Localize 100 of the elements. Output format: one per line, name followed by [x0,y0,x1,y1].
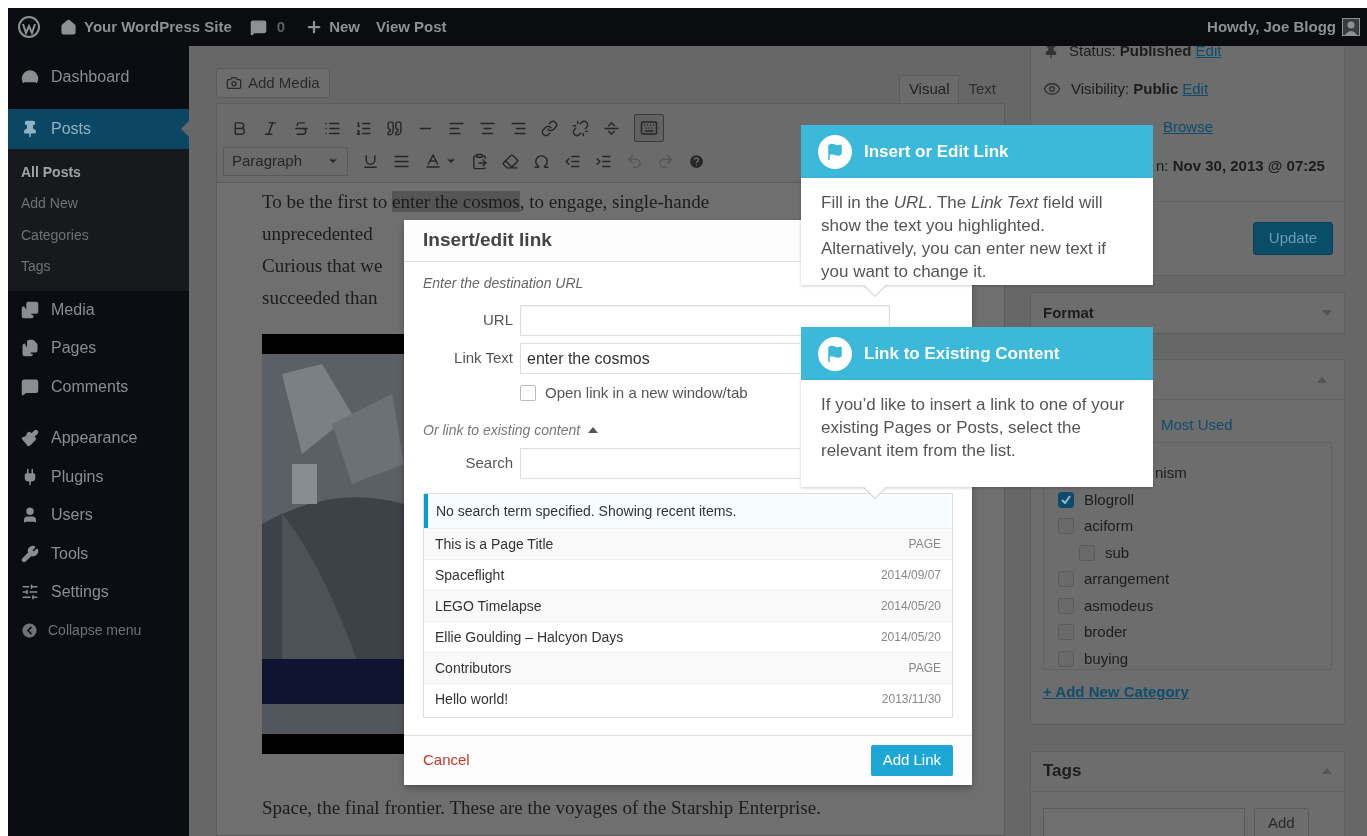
submenu-item[interactable]: Categories [8,219,189,251]
quote-icon[interactable] [386,119,403,137]
category-label[interactable]: broder [1084,621,1128,644]
sliders-icon [21,583,39,602]
checkbox[interactable] [520,385,536,401]
submenu-item[interactable]: All Posts [8,156,189,188]
text-color-icon[interactable] [424,152,442,170]
pages-icon [21,339,39,358]
keyboard-icon [640,119,658,137]
tooltip-text: Fill in the URL. The Link Text field will show the text you highlighted. Alternatively, you can enter new text if you want to change it. [821,192,1108,283]
pin-icon [1043,46,1059,59]
paragraph-line: Curious that we [262,254,383,278]
menu-label: Plugins [51,466,104,487]
underline-icon[interactable] [362,152,379,170]
flag-icon [818,134,852,169]
menu-item[interactable]: Comments [8,367,189,406]
wrench-icon [21,544,39,563]
pin-icon [21,119,39,138]
collapse-icon [20,621,39,641]
checkbox[interactable] [1058,491,1074,508]
link-icon[interactable] [541,119,558,137]
result-row[interactable]: This is a Page Title PAGE [424,528,952,559]
greeting[interactable]: Howdy, Joe Blogg [1207,15,1336,39]
numbered-list-icon[interactable] [355,119,372,137]
visibility-text: Visibility: Public [1071,78,1179,99]
media-icon [226,75,242,91]
help-icon[interactable] [688,152,705,170]
format-select[interactable]: Paragraph [223,146,348,176]
menu-item[interactable]: Tools [8,534,189,573]
menu-label: Settings [51,582,109,603]
menu-item[interactable]: Media [8,290,189,329]
menu-label: Pages [51,338,97,359]
italic-icon[interactable] [262,119,279,137]
category-label[interactable]: aciform [1084,515,1134,538]
category-label[interactable]: asmodeus [1084,594,1154,617]
brush-icon [21,429,39,448]
notice: No search term specified. Showing recent items. [424,494,952,528]
menu-item[interactable]: Settings [8,573,189,612]
category-label[interactable]: sub [1105,541,1130,564]
view-post-link[interactable]: View Post [376,15,447,39]
menu-item[interactable]: Appearance [8,419,189,458]
menu-label: Dashboard [51,67,130,88]
editor-tab[interactable]: Text [959,75,1005,103]
checkbox-label[interactable]: Open link in a new window/tab [545,381,748,405]
search-field[interactable] [520,448,800,479]
eye-icon [1043,80,1061,98]
published-date: n: Nov 30, 2013 @ 07:25 [1156,156,1325,177]
comment-count[interactable]: 0 [276,15,286,39]
paragraph: Space, the final frontier. These are the voyages of the Starship Enterprise. [262,796,821,820]
unlink-icon[interactable] [572,119,589,137]
menu-label: Tools [51,543,89,564]
menu-item[interactable]: Pages [8,329,189,368]
editor-tab[interactable]: Visual [898,75,960,103]
dialog-title: Insert/edit link [423,228,552,253]
result-row[interactable]: Contributors PAGE [424,652,952,683]
submenu-item[interactable]: Tags [8,251,189,283]
avatar-icon[interactable] [1342,18,1360,36]
update-button[interactable]: Update [1253,222,1333,255]
strikethrough-icon[interactable] [293,119,310,137]
toggle-arrow-icon[interactable] [588,427,599,433]
box-title[interactable]: Format [1043,301,1094,325]
field-label: Search [464,453,513,474]
user-icon [21,506,39,525]
menu-item[interactable]: Dashboard [8,58,189,97]
cancel-link[interactable]: Cancel [423,749,470,772]
result-row[interactable]: LEGO Timelapse 2014/05/20 [424,590,952,621]
images-icon [21,300,39,319]
tooltip-text: If you’d like to insert a link to one of your existing Pages or Posts, select the relevant item from the list. [821,394,1126,462]
paragraph-line: unprecedented [262,222,373,246]
link-text-field[interactable]: enter the cosmos [520,343,800,374]
comment-icon[interactable] [249,18,267,36]
submenu-item[interactable]: Add New [8,188,189,220]
eraser-icon[interactable] [502,152,519,170]
field-label: URL [482,310,513,331]
menu-item[interactable]: Plugins [8,457,189,496]
new-link[interactable]: New [329,15,360,39]
category-label[interactable]: Blogroll [1084,488,1135,511]
box-title[interactable]: Tags [1043,758,1082,784]
tooltip-title: Link to Existing Content [864,342,1060,365]
flag-icon [818,336,852,371]
site-link[interactable]: Your WordPress Site [84,15,232,39]
add-link-button[interactable]: Add Link [870,745,953,776]
logo-icon[interactable] [18,16,40,38]
existing-content-toggle[interactable]: Or link to existing content [423,419,581,441]
category-label[interactable]: buying [1084,647,1129,669]
intro-text: Enter the destination URL [423,274,584,293]
home-icon[interactable] [60,18,77,36]
menu-label: Appearance [51,428,138,449]
omega-icon[interactable] [533,152,550,170]
category-label[interactable]: arrangement [1084,568,1170,591]
menu-item[interactable]: Users [8,496,189,535]
add-media-button[interactable]: Add Media [216,68,330,98]
field-label: Link Text [453,348,513,369]
category-label[interactable]: nism [1155,462,1187,485]
toolbar-toggle-button[interactable] [634,114,664,142]
collapse-menu-button[interactable]: Collapse menu [8,611,189,650]
menu-item[interactable]: Posts [8,108,189,149]
paste-icon[interactable] [471,152,488,170]
menu-label: Users [51,505,93,526]
add-tag-button[interactable]: Add [1254,807,1309,836]
